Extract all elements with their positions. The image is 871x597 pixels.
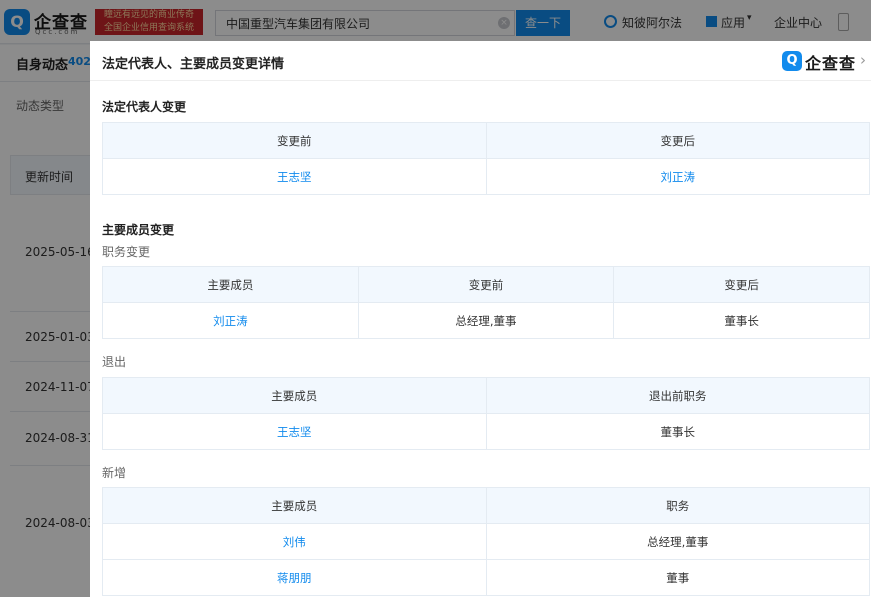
added-subtitle: 新增 — [102, 466, 127, 480]
person-link[interactable]: 刘正涛 — [102, 302, 359, 339]
legal-rep-table: 变更前 变更后 王志坚 刘正涛 — [102, 122, 870, 195]
members-section-title: 主要成员变更 — [102, 223, 175, 237]
added-table: 主要成员 职务 刘伟 总经理,董事 蒋朋朋 董事 — [102, 487, 870, 596]
position-before-cell: 总经理,董事 — [357, 302, 615, 339]
column-header: 变更前 — [357, 266, 615, 303]
column-header: 变更后 — [613, 266, 870, 303]
exit-subtitle: 退出 — [102, 355, 127, 369]
column-header: 主要成员 — [102, 377, 487, 414]
position-cell: 总经理,董事 — [485, 523, 870, 560]
modal-title: 法定代表人、主要成员变更详情 — [102, 57, 285, 72]
close-chevron-icon[interactable]: › — [860, 51, 866, 69]
column-header: 主要成员 — [102, 487, 487, 524]
logo-mark-icon: Q — [782, 51, 802, 71]
change-detail-modal: 法定代表人、主要成员变更详情 Q 企查查 › 法定代表人变更 变更前 变更后 王… — [90, 41, 871, 597]
table-header-row: 主要成员 职务 — [102, 487, 870, 524]
column-header: 变更后 — [485, 122, 870, 159]
exit-table: 主要成员 退出前职务 王志坚 董事长 — [102, 377, 870, 450]
table-header-row: 主要成员 变更前 变更后 — [102, 266, 870, 303]
table-header-row: 主要成员 退出前职务 — [102, 377, 870, 414]
person-link[interactable]: 刘正涛 — [485, 158, 870, 195]
person-link[interactable]: 刘伟 — [102, 523, 487, 560]
position-cell: 董事长 — [485, 413, 870, 450]
column-header: 职务 — [485, 487, 870, 524]
legal-rep-section-title: 法定代表人变更 — [102, 100, 187, 114]
person-link[interactable]: 蒋朋朋 — [102, 559, 487, 596]
column-header: 主要成员 — [102, 266, 359, 303]
table-row: 王志坚 董事长 — [102, 413, 870, 450]
position-cell: 董事 — [485, 559, 870, 596]
table-row: 蒋朋朋 董事 — [102, 559, 870, 596]
position-change-table: 主要成员 变更前 变更后 刘正涛 总经理,董事 董事长 — [102, 266, 870, 339]
modal-header: 法定代表人、主要成员变更详情 Q 企查查 › — [90, 41, 871, 81]
table-row: 刘伟 总经理,董事 — [102, 523, 870, 560]
table-header-row: 变更前 变更后 — [102, 122, 870, 159]
column-header: 变更前 — [102, 122, 487, 159]
position-after-cell: 董事长 — [613, 302, 870, 339]
position-change-subtitle: 职务变更 — [102, 245, 151, 259]
person-link[interactable]: 王志坚 — [102, 413, 487, 450]
column-header: 退出前职务 — [485, 377, 870, 414]
table-row: 王志坚 刘正涛 — [102, 158, 870, 195]
table-row: 刘正涛 总经理,董事 董事长 — [102, 302, 870, 339]
modal-logo-text: 企查查 — [805, 54, 857, 73]
person-link[interactable]: 王志坚 — [102, 158, 487, 195]
